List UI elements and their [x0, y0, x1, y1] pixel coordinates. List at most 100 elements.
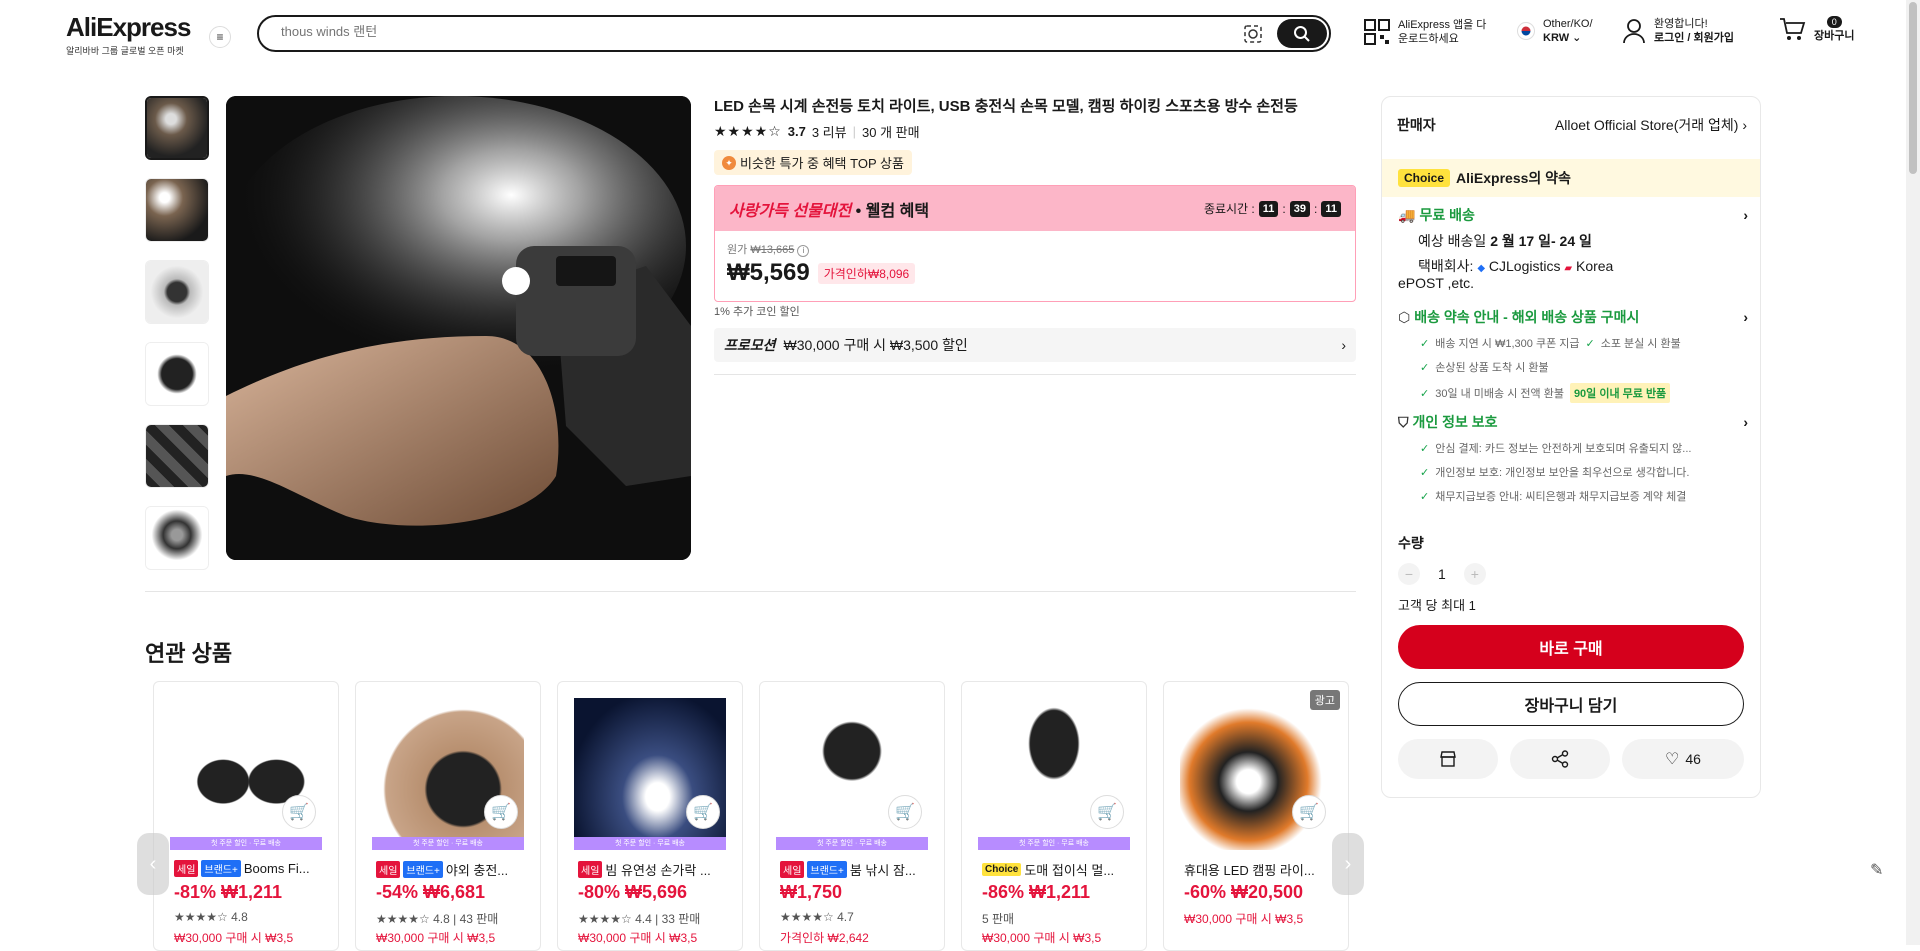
related-product-card[interactable]: 첫 주문 할인 · 무료 배송 🛒 세일 빔 유연성 손가락 ... -80% ₩…	[557, 681, 743, 951]
sale-tag: 세일	[780, 861, 805, 878]
account-menu[interactable]: 환영합니다! 로그인 / 회원가입	[1622, 17, 1734, 45]
first-order-band: 첫 주문 할인 · 무료 배송	[776, 837, 928, 850]
related-product-card[interactable]: 첫 주문 할인 · 무료 배송 🛒 세일 브랜드+ 붐 낚시 잠... ₩1,750…	[759, 681, 945, 951]
card-coupon: 가격인하 ₩2,642	[780, 931, 869, 945]
carousel-next-button[interactable]: ›	[1332, 833, 1364, 895]
promotion-row[interactable]: 프로모션 ₩30,000 구매 시 ₩3,500 할인 ›	[714, 328, 1356, 362]
privacy-list: ✓ 안심 결제: 카드 정보는 안전하게 보호되며 유출되지 않... ✓ 개인정보…	[1398, 440, 1748, 504]
privacy-item: ✓ 안심 결제: 카드 정보는 안전하게 보호되며 유출되지 않...	[1420, 440, 1748, 456]
gallery-thumb[interactable]	[145, 260, 209, 324]
app-line-1: AliExpress 앱을 다	[1398, 19, 1487, 31]
top-chip-text: 비슷한 특가 중 혜택 TOP 상품	[740, 156, 904, 171]
fire-icon: ✦	[722, 155, 736, 170]
wishlist-button[interactable]: ♡ 46	[1622, 739, 1744, 779]
first-order-band: 첫 주문 할인 · 무료 배송	[170, 837, 322, 850]
shipping-section[interactable]: 🚚 무료 배송 › 예상 배송일 2 월 17 일- 24 일 택배회사: ◆ CJ…	[1398, 205, 1748, 278]
sale-tag: 세일	[578, 861, 603, 878]
add-to-cart-icon[interactable]: 🛒	[1292, 795, 1326, 829]
add-to-cart-icon[interactable]: 🛒	[282, 795, 316, 829]
buy-now-button[interactable]: 바로 구매	[1398, 625, 1744, 669]
gallery-thumb[interactable]	[145, 506, 209, 570]
divider	[145, 591, 1356, 592]
free-return-badge: 90일 이내 무료 반품	[1569, 383, 1671, 403]
share-button[interactable]	[1510, 739, 1610, 779]
chevron-right-icon: ›	[1743, 207, 1748, 223]
store-icon	[1440, 751, 1456, 767]
card-name: 빔 유연성 손가락 ...	[605, 863, 711, 878]
search-icon	[1294, 25, 1310, 42]
qty-decrease-button[interactable]: −	[1398, 563, 1420, 585]
search-button[interactable]	[1277, 19, 1327, 48]
privacy-title: ⛉ 개인 정보 보호 ›	[1398, 412, 1748, 432]
seller-name: Alloet Official Store(거래 업체)	[1554, 117, 1739, 133]
gallery-thumb[interactable]	[145, 178, 209, 242]
image-search-icon[interactable]	[1243, 24, 1263, 44]
countdown-seconds: 11	[1321, 200, 1341, 217]
scrollbar-thumb[interactable]	[1909, 2, 1917, 174]
welcome-text: 환영합니다!	[1654, 18, 1708, 30]
check-icon: ✓	[1585, 337, 1595, 350]
seller-name-line: Alloet Official Store(거래 업체) ›	[1555, 115, 1747, 135]
first-order-band: 첫 주문 할인 · 무료 배송	[574, 837, 726, 850]
add-to-cart-icon[interactable]: 🛒	[1090, 795, 1124, 829]
gallery-thumb[interactable]	[145, 424, 209, 488]
related-product-card[interactable]: 광고 🛒 휴대용 LED 캠핑 라이... -60% ₩20,500 ₩30,0…	[1163, 681, 1349, 951]
original-price-label: 원가	[727, 244, 748, 256]
card-price: -60% ₩20,500	[1184, 882, 1304, 902]
store-button[interactable]	[1398, 739, 1498, 779]
share-icon	[1551, 750, 1569, 768]
gallery-thumb[interactable]	[145, 342, 209, 406]
feedback-edit-icon[interactable]: ✎	[1870, 860, 1894, 884]
app-download-link[interactable]: AliExpress 앱을 다 운로드하세요	[1364, 18, 1486, 46]
promo-sub: • 웰컴 혜택	[855, 202, 930, 220]
add-to-cart-icon[interactable]: 🛒	[484, 795, 518, 829]
cart-link[interactable]: 0 장바구니	[1778, 15, 1854, 43]
quantity-stepper: − 1 +	[1398, 563, 1486, 585]
check-icon: ✓	[1420, 490, 1430, 503]
seller-row[interactable]: 판매자 Alloet Official Store(거래 업체) ›	[1397, 115, 1747, 135]
category-menu-icon[interactable]: ≡	[209, 26, 231, 48]
thumb-image	[146, 507, 208, 569]
first-order-band: 첫 주문 할인 · 무료 배송	[372, 837, 524, 850]
promo-brand: 사랑가득 선물대전	[729, 202, 852, 220]
thumb-image	[147, 98, 207, 158]
chevron-left-icon: ‹	[149, 852, 157, 875]
add-to-cart-icon[interactable]: 🛒	[686, 795, 720, 829]
promo-price-box: 사랑가득 선물대전 • 웰컴 혜택 종료시간 : 11: 39: 11 원가 ₩…	[714, 185, 1356, 302]
quantity-label: 수량	[1398, 535, 1424, 551]
review-count-link[interactable]: 3 리뷰	[812, 122, 847, 141]
carrier-2: Korea	[1575, 258, 1614, 274]
related-product-card[interactable]: 첫 주문 할인 · 무료 배송 🛒 Choice 도매 접이식 멀... -86%…	[961, 681, 1147, 951]
brand-tag: 브랜드+	[403, 861, 443, 878]
related-products-title: 연관 상품	[145, 641, 233, 666]
gallery-thumb[interactable]	[145, 96, 209, 160]
info-icon[interactable]: i	[797, 245, 810, 257]
carrier-label: 택배회사:	[1418, 258, 1474, 274]
currency-code: KRW	[1543, 32, 1570, 44]
promo-header: 사랑가득 선물대전 • 웰컴 혜택 종료시간 : 11: 39: 11	[715, 186, 1355, 231]
aliexpress-logo[interactable]: AliExpress 알리바바 그룹 글로벌 오픈 마켓	[66, 12, 191, 57]
related-product-card[interactable]: 첫 주문 할인 · 무료 배송 🛒 세일 브랜드+ Booms Fi... -81%…	[153, 681, 339, 951]
privacy-item: ✓ 개인정보 보호: 개인정보 보안을 최우선으로 생각합니다.	[1420, 464, 1748, 480]
privacy-section[interactable]: ⛉ 개인 정보 보호 › ✓ 안심 결제: 카드 정보는 안전하게 보호되며 유출되지…	[1398, 412, 1748, 504]
delivery-promise-section[interactable]: ⬡ 배송 약속 안내 - 해외 배송 상품 구매시 › ✓ 배송 지연 시 ₩1,30…	[1398, 307, 1748, 403]
seller-label: 판매자	[1397, 117, 1436, 133]
card-meta: ★★★★☆ 4.4 | 33 판매	[578, 912, 701, 926]
delivery-promise-text: 배송 약속 안내 - 해외 배송 상품 구매시	[1414, 309, 1640, 325]
add-to-cart-button[interactable]: 장바구니 담기	[1398, 682, 1744, 726]
related-product-card[interactable]: 첫 주문 할인 · 무료 배송 🛒 세일 브랜드+ 야외 충전... -54% ₩6…	[355, 681, 541, 951]
card-meta: ★★★★☆ 4.8	[174, 910, 248, 924]
chevron-right-icon: ›	[1344, 852, 1352, 875]
card-name: 붐 낚시 잠...	[849, 863, 916, 878]
add-to-cart-icon[interactable]: 🛒	[888, 795, 922, 829]
carrier-line-2: ePOST ,etc.	[1398, 275, 1474, 291]
sale-price: ₩5,569	[727, 259, 810, 286]
carousel-prev-button[interactable]: ‹	[137, 833, 169, 895]
qty-increase-button[interactable]: +	[1463, 563, 1486, 585]
card-title: 세일 빔 유연성 손가락 ...	[578, 860, 728, 879]
coin-discount-line: 1% 추가 코인 할인	[714, 306, 800, 318]
check-icon: ✓	[1420, 337, 1430, 350]
search-input[interactable]	[281, 24, 1181, 39]
region-selector[interactable]: Other/KO/KRW ⌄	[1517, 17, 1593, 45]
main-product-image[interactable]	[226, 96, 691, 560]
